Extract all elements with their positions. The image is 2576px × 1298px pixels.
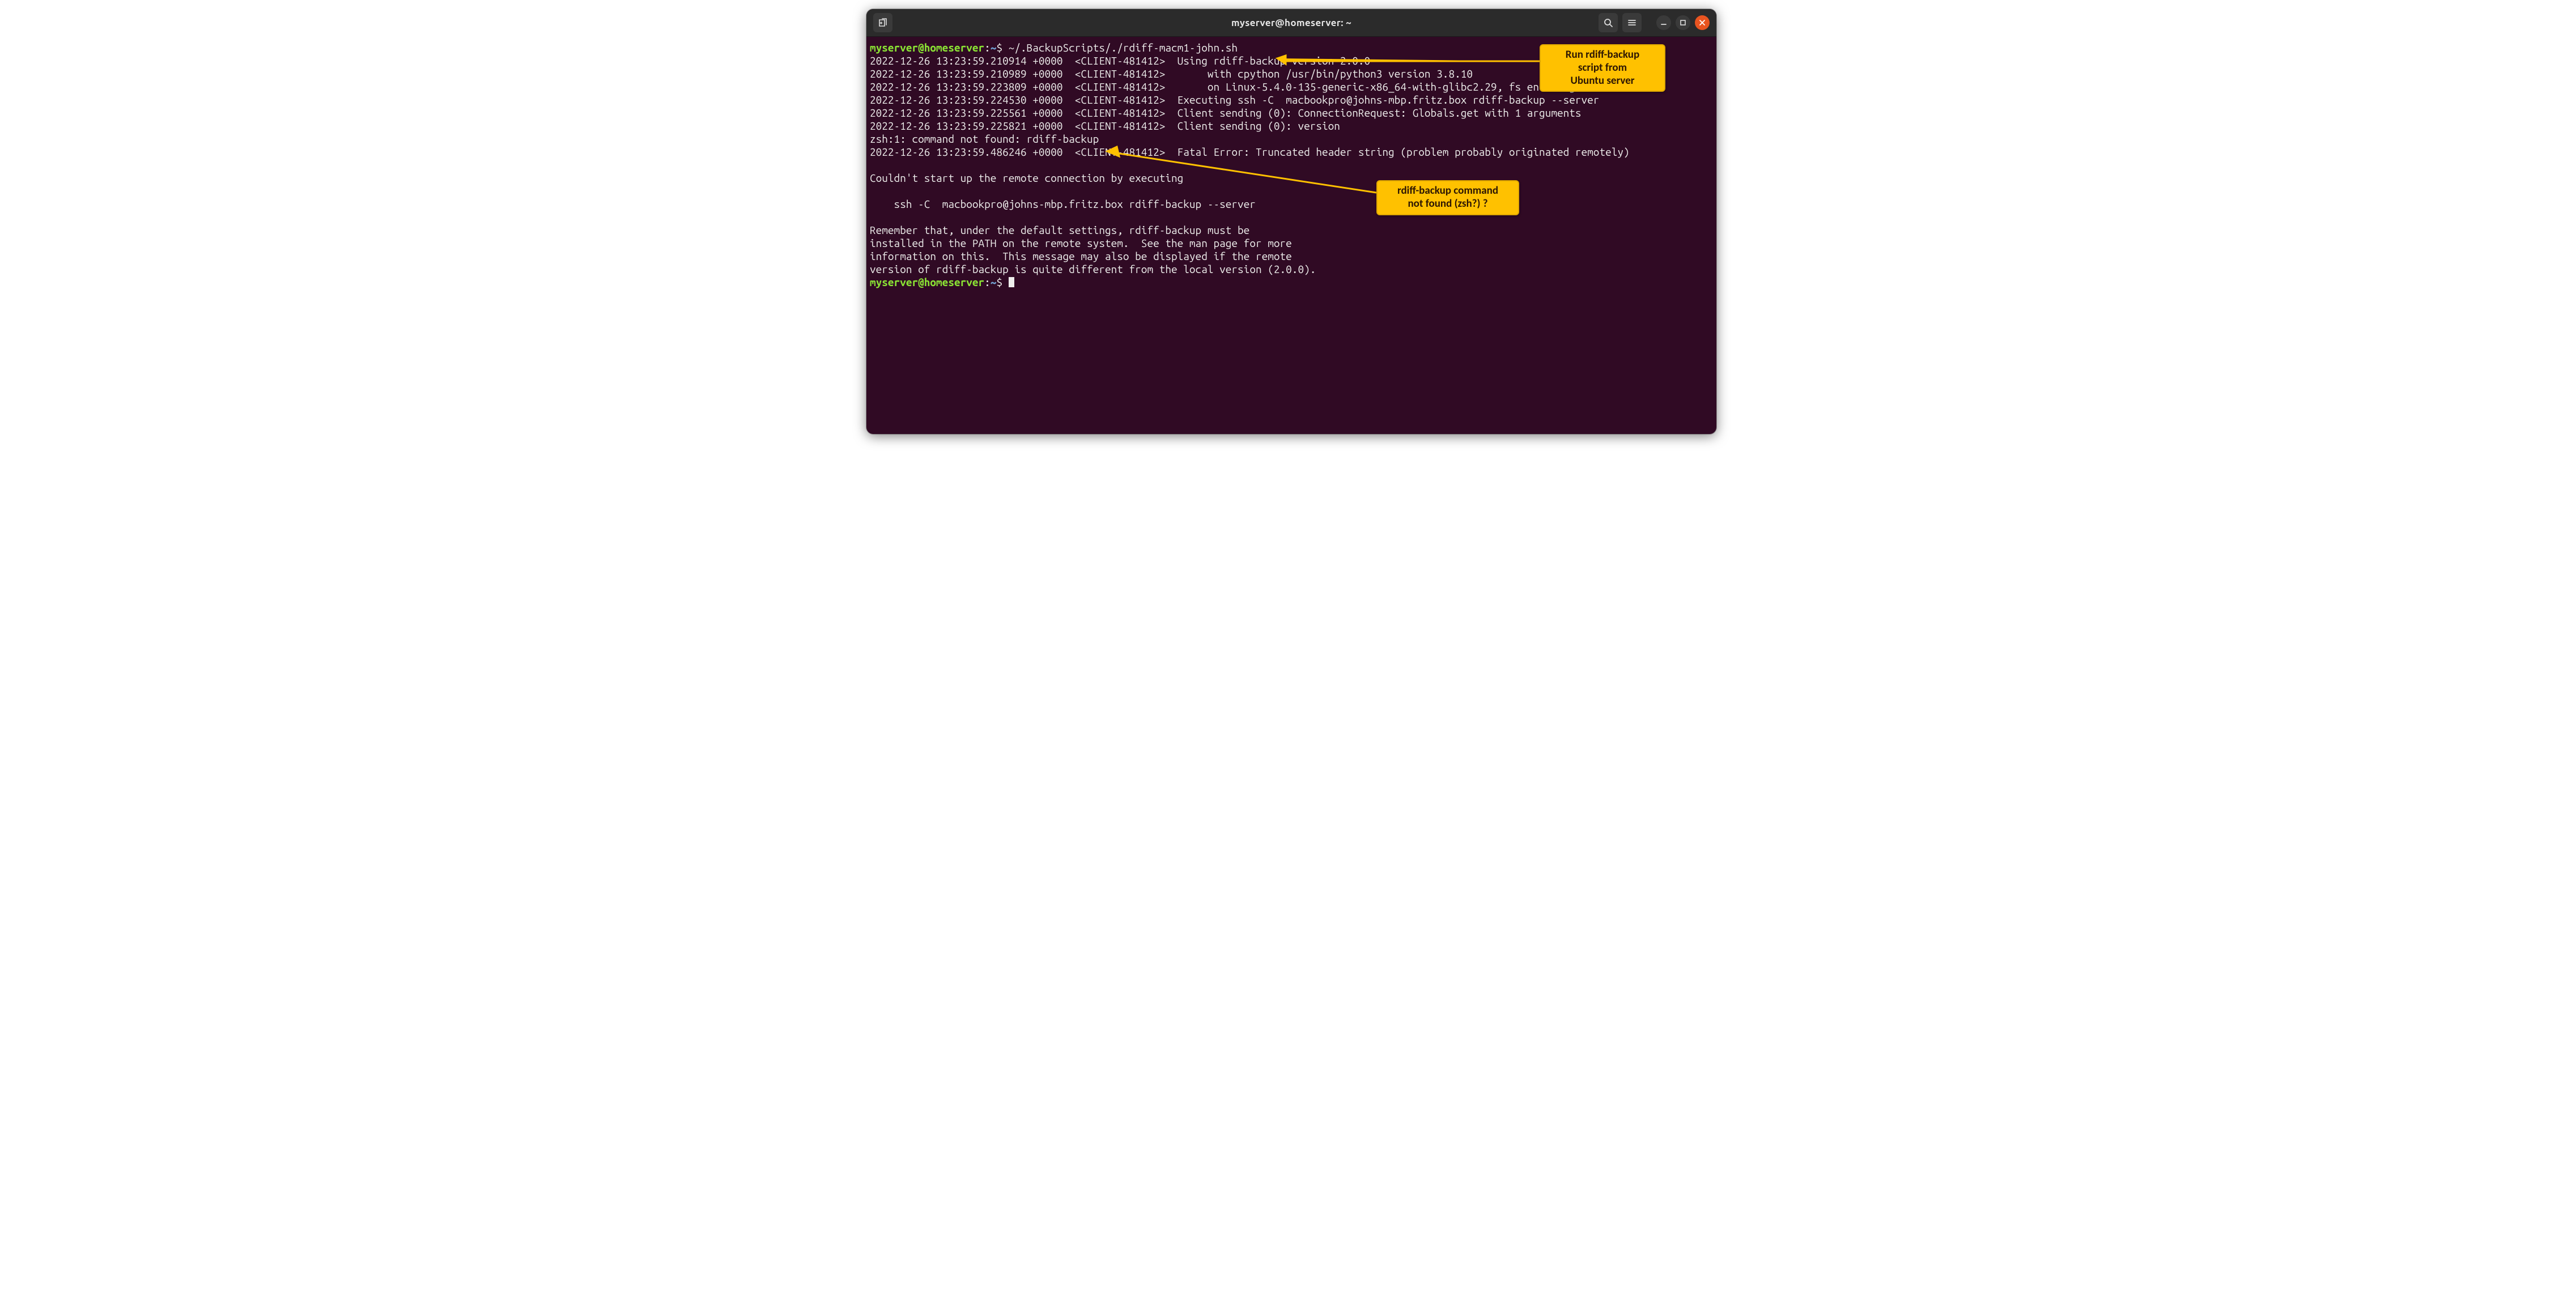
output-line: 2022-12-26 13:23:59.210989 +0000 <CLIENT…	[870, 67, 1473, 80]
callout-line: not found (zsh?) ?	[1385, 198, 1510, 211]
output-line: Remember that, under the default setting…	[870, 224, 1249, 236]
callout-run-script: Run rdiff-backup script from Ubuntu serv…	[1540, 44, 1665, 92]
search-button[interactable]	[1599, 13, 1618, 32]
callout-not-found: rdiff-backup command not found (zsh?) ?	[1376, 180, 1519, 215]
close-button[interactable]	[1695, 15, 1710, 30]
output-line: 2022-12-26 13:23:59.224530 +0000 <CLIENT…	[870, 93, 1599, 106]
prompt-user: myserver	[870, 276, 918, 288]
output-line: zsh:1: command not found: rdiff-backup	[870, 133, 1099, 145]
output-line: installed in the PATH on the remote syst…	[870, 237, 1292, 249]
cursor	[1009, 277, 1014, 287]
output-line: information on this. This message may al…	[870, 250, 1292, 262]
output-line: Couldn't start up the remote connection …	[870, 172, 1183, 184]
menu-button[interactable]	[1622, 13, 1642, 32]
output-line: 2022-12-26 13:23:59.225821 +0000 <CLIENT…	[870, 120, 1340, 132]
maximize-icon	[1679, 19, 1687, 27]
search-icon	[1603, 18, 1613, 28]
output-line: 2022-12-26 13:23:59.223809 +0000 <CLIENT…	[870, 80, 1612, 93]
output-line: ssh -C macbookpro@johns-mbp.fritz.box rd…	[870, 198, 1256, 210]
callout-line: rdiff-backup command	[1385, 185, 1510, 198]
prompt-sep: @	[918, 41, 924, 54]
callout-line: script from	[1549, 62, 1656, 75]
prompt-path: ~	[991, 41, 997, 54]
prompt-sep: @	[918, 276, 924, 288]
minimize-button[interactable]	[1656, 15, 1671, 30]
output-line: 2022-12-26 13:23:59.210914 +0000 <CLIENT…	[870, 54, 1370, 67]
prompt-host: homeserver	[924, 276, 984, 288]
prompt-host: homeserver	[924, 41, 984, 54]
callout-line: Ubuntu server	[1549, 75, 1656, 88]
close-icon	[1698, 19, 1706, 27]
titlebar: myserver@homeserver: ~	[866, 9, 1716, 37]
prompt-path: ~	[991, 276, 997, 288]
maximize-button[interactable]	[1676, 15, 1690, 30]
minimize-icon	[1660, 19, 1668, 27]
prompt-user: myserver	[870, 41, 918, 54]
new-tab-icon	[878, 18, 888, 28]
command-line: ~/.BackupScripts/./rdiff-macm1-john.sh	[1009, 41, 1238, 54]
output-line: version of rdiff-backup is quite differe…	[870, 263, 1316, 275]
callout-line: Run rdiff-backup	[1549, 49, 1656, 62]
output-line: 2022-12-26 13:23:59.486246 +0000 <CLIENT…	[870, 146, 1630, 158]
output-line: 2022-12-26 13:23:59.225561 +0000 <CLIENT…	[870, 107, 1582, 119]
window-title: myserver@homeserver: ~	[1231, 18, 1351, 28]
new-tab-button[interactable]	[873, 13, 892, 32]
hamburger-icon	[1627, 18, 1637, 28]
